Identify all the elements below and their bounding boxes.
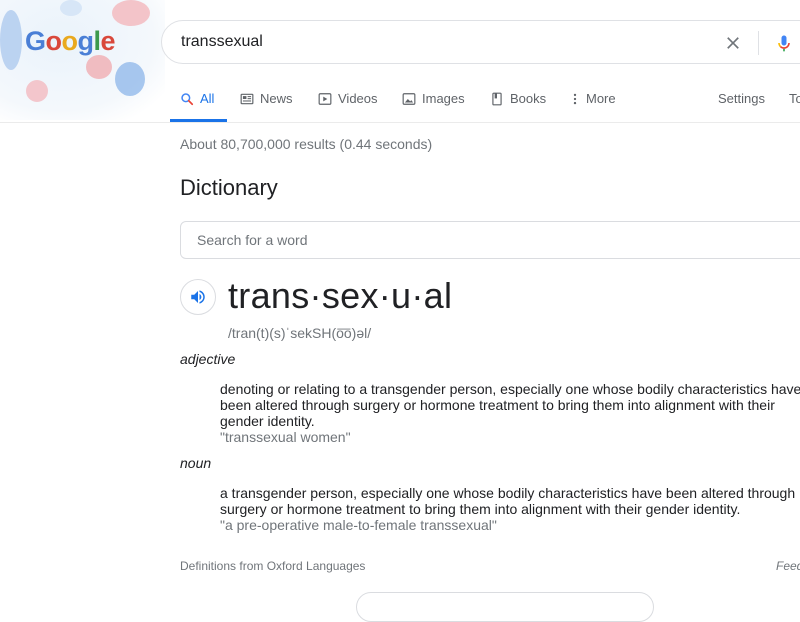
speaker-icon — [191, 290, 205, 304]
flower-decoration — [112, 0, 150, 26]
flower-decoration — [60, 0, 82, 16]
tab-label: More — [586, 91, 616, 106]
tab-books[interactable]: Books — [490, 84, 546, 122]
flower-decoration — [115, 62, 145, 96]
flower-decoration — [0, 10, 22, 70]
tab-images[interactable]: Images — [402, 84, 465, 122]
search-input[interactable]: transsexual — [181, 33, 263, 51]
search-divider — [758, 31, 759, 55]
video-icon — [318, 93, 332, 105]
tab-news[interactable]: News — [240, 84, 293, 122]
flower-decoration — [86, 55, 112, 79]
logo-letter: g — [77, 26, 95, 56]
tab-label: Books — [510, 91, 547, 106]
part-of-speech: adjective — [180, 351, 236, 367]
tab-all[interactable]: All — [170, 84, 227, 122]
search-icon — [181, 93, 194, 106]
logo-letter: o — [61, 26, 79, 56]
tools-link[interactable]: To — [789, 91, 800, 106]
tab-more[interactable]: More — [570, 84, 616, 122]
tabs-divider — [0, 122, 800, 123]
usage-example: "a pre-operative male-to-female transsex… — [220, 517, 497, 533]
clear-icon[interactable] — [723, 33, 743, 53]
settings-link[interactable]: Settings — [718, 91, 765, 106]
dictionary-source: Definitions from Oxford Languages — [180, 559, 366, 573]
image-icon — [402, 93, 416, 105]
definition: denoting or relating to a transgender pe… — [220, 381, 800, 429]
part-of-speech: noun — [180, 455, 212, 471]
tab-label: Images — [422, 91, 465, 106]
google-doodle-logo[interactable]: Google — [0, 0, 165, 120]
microphone-icon[interactable] — [774, 31, 794, 55]
tab-label: News — [260, 91, 293, 106]
usage-example: "transsexual women" — [220, 429, 351, 445]
dictionary-search-input[interactable] — [195, 231, 759, 249]
dictionary-title: Dictionary — [180, 175, 278, 200]
phonetic-spelling: /tran(t)(s)ˈsekSH(o͞o)əl/ — [228, 325, 372, 341]
dictionary-search-box[interactable] — [180, 221, 800, 259]
headword: trans·sex·u·al — [228, 275, 453, 316]
search-box[interactable]: transsexual — [161, 20, 800, 64]
logo-letter: G — [25, 26, 46, 56]
result-stats: About 80,700,000 results (0.44 seconds) — [180, 136, 433, 152]
tab-label: Videos — [338, 91, 378, 106]
google-logo-text: Google — [25, 26, 116, 57]
tab-label: All — [200, 91, 215, 106]
definition: a transgender person, especially one who… — [220, 485, 796, 517]
news-icon — [240, 93, 254, 105]
feedback-link[interactable]: Feedback — [776, 559, 800, 573]
logo-letter: e — [100, 26, 116, 56]
flower-decoration — [26, 80, 48, 102]
book-icon — [492, 92, 502, 106]
logo-letter: o — [45, 26, 63, 56]
logo-letter: l — [93, 26, 102, 56]
tab-videos[interactable]: Videos — [318, 84, 378, 122]
more-vert-icon — [573, 93, 577, 105]
translations-pill[interactable] — [356, 592, 654, 622]
pronunciation-button[interactable] — [180, 279, 216, 315]
